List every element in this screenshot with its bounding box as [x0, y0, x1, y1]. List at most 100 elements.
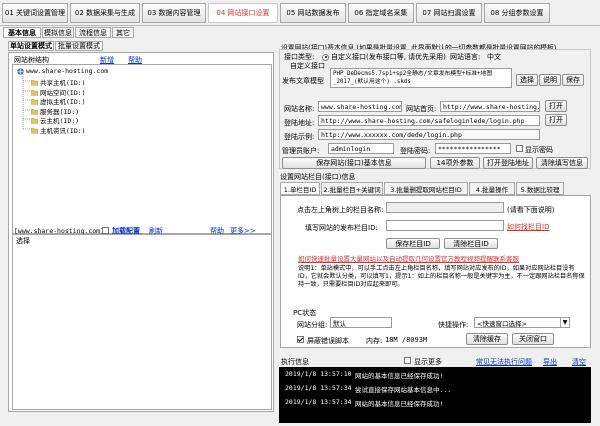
tree-node[interactable]: 云主机(ID:) — [30, 115, 79, 125]
clear-column-button[interactable]: 清除栏目ID — [444, 238, 498, 249]
log-row: 2019/1/8 13:57:34 网站的基本信息已经保存成功! — [285, 398, 585, 412]
folder-icon — [30, 117, 39, 124]
select-button[interactable]: 选择 — [16, 236, 30, 246]
clear-cache-button[interactable]: 清除缓存 — [466, 333, 508, 345]
clear-log-link[interactable]: 清空 — [572, 357, 586, 367]
site-tree: www.share-hosting.com 共享主机(ID:) 网站空间(ID:… — [12, 64, 272, 234]
show-more-label: 显示更多 — [414, 358, 442, 366]
explain-button[interactable]: 说明 — [539, 74, 561, 86]
tab-data-collect[interactable]: 02 数据采集与生成 — [70, 3, 140, 23]
col-id-field[interactable] — [386, 220, 504, 231]
open-login-url-button[interactable]: 打开 — [545, 114, 567, 126]
folder-icon — [30, 98, 39, 105]
login-example-label: 登陆示例: — [284, 133, 315, 141]
log-time: 2019/1/8 13:57:34 — [285, 384, 352, 392]
memory-value: 18M /8093M — [385, 336, 428, 344]
tab-content-manage[interactable]: 03 数据内容管理 — [142, 3, 206, 23]
main-tab-bar: 01 关键词设置管理 02 数据采集与生成 03 数据内容管理 04 网站接口设… — [0, 0, 600, 26]
tab-scan-setting[interactable]: 07 网站扫漏设置 — [416, 3, 482, 23]
tab-batch-op[interactable]: 4.批量操作 — [469, 182, 515, 195]
quick-op-value: <快速窗口选择> — [477, 319, 527, 328]
tree-node[interactable]: 主机资讯(ID:) — [30, 125, 86, 135]
open-home-button[interactable]: 打开 — [545, 100, 567, 112]
tab-keyword-manage[interactable]: 01 关键词设置管理 — [2, 3, 68, 23]
log-time: 2019/1/8 13:57:34 — [285, 398, 352, 406]
select-model-button[interactable]: 选择 — [516, 74, 538, 86]
tab-other[interactable]: 其它 — [112, 27, 134, 38]
close-window-button[interactable]: 关闭窗口 — [512, 333, 554, 345]
folder-icon — [30, 79, 39, 86]
column-section-title: 设置网站栏目(接口)信息 — [280, 173, 356, 181]
col-id-label: 填写网站的发布栏目ID: — [305, 224, 378, 232]
site-group-field[interactable]: 默认 — [330, 317, 392, 328]
tab-batch-column[interactable]: 2.批量栏目+关键词 — [321, 182, 383, 195]
login-url-field[interactable]: http://www.share-hosting.com/safeloginle… — [318, 115, 540, 126]
log-msg: 网站的基本信息已经保存成功! — [355, 372, 444, 380]
show-pass-checkbox[interactable] — [516, 145, 523, 152]
memory-label: 内存: — [366, 337, 383, 345]
col-name-label: 点击左上角树上的栏目名称: — [297, 206, 384, 214]
params-button[interactable]: 14项外参数 — [430, 157, 480, 169]
tree-node-label: 虚拟主机(ID:) — [40, 98, 86, 106]
find-col-id-link[interactable]: 如何找栏目ID — [507, 222, 549, 232]
col-name-field — [386, 202, 504, 213]
site-home-field[interactable]: http://www.share-hosting.com — [440, 101, 540, 112]
site-home-label: 网站首页: — [406, 105, 437, 113]
show-more-checkbox[interactable] — [404, 357, 411, 364]
site-group-label: 网站分组: — [297, 321, 328, 329]
batch-setup-tutorial-link[interactable]: 如何快速批量设置大量网站以及自动提取几何设置官方教程视频提醒联系客服 — [298, 253, 519, 263]
save-model-button[interactable]: 保存 — [562, 74, 584, 86]
tab-single-site-mode[interactable]: 单站设置模式 — [8, 41, 54, 51]
login-pass-field[interactable]: **************** — [435, 143, 511, 154]
folder-icon — [30, 108, 39, 115]
log-row: 2019/1/8 13:57:10 网站的基本信息已经保存成功! — [285, 370, 585, 384]
tab-basic-info[interactable]: 基本信息 — [3, 27, 41, 38]
chevron-down-icon: ▼ — [560, 318, 569, 327]
screen-script-checkbox[interactable] — [297, 336, 304, 343]
admin-user-label: 管理员账户: — [282, 147, 320, 155]
export-link[interactable]: 导出 — [543, 357, 557, 367]
log-row: 2019/1/8 13:57:34 尝试直接保存网站基本信息中... — [285, 384, 585, 398]
show-pass-label: 显示密码 — [525, 146, 553, 154]
interface-type-radio-1[interactable] — [322, 53, 329, 61]
publish-model-label: 发布文章模型 — [282, 77, 324, 85]
common-issues-link[interactable]: 常见无法执行问题 — [476, 357, 532, 367]
interface-type-option-1: 自定义接口(发布接口等, 请优先采用) — [331, 53, 446, 61]
site-lang-value: 中文 — [487, 53, 501, 61]
open-login-button[interactable]: 打开登陆地址 — [483, 157, 533, 169]
tab-data-compare[interactable]: 5.数据比较理 — [516, 182, 564, 195]
tree-node-label: 主机资讯(ID:) — [40, 127, 86, 135]
site-name-label: 网站名称: — [284, 105, 315, 113]
tree-node[interactable]: 虚拟主机(ID:) — [30, 96, 86, 106]
admin-user-field[interactable]: adminlogin — [328, 143, 394, 154]
log-msg: 网站的基本信息已经保存成功! — [355, 400, 444, 408]
site-detail-list — [12, 234, 272, 410]
tab-extract-column[interactable]: 3.批量删提取网站栏目ID — [384, 182, 468, 195]
tab-sim-info[interactable]: 模拟信息 — [42, 27, 74, 38]
tab-single-column[interactable]: 1.单栏目ID — [280, 182, 320, 195]
publish-model-field[interactable]: PHP_DeDecms5.7sp1+sp2全静态/文章发布模型+标准+地图_20… — [330, 68, 512, 88]
tree-root-label: www.share-hosting.com — [26, 67, 109, 75]
tab-batch-mode[interactable]: 批量设置模式 — [55, 41, 103, 51]
login-pass-label: 登陆密码: — [400, 147, 431, 155]
load-config-checkbox[interactable] — [102, 227, 109, 234]
tree-node-label: 共享主机(ID:) — [40, 79, 86, 87]
log-time: 2019/1/8 13:57:10 — [285, 370, 352, 378]
clear-info-button[interactable]: 清除填写信息 — [536, 157, 588, 169]
tab-domain-collect[interactable]: 06 指定域名采集 — [348, 3, 414, 23]
save-basic-info-button[interactable]: 保存网站(接口)基本信息 — [282, 157, 426, 169]
tab-site-interface[interactable]: 04 网站接口设置 — [208, 3, 278, 23]
log-title: 执行信息 — [281, 358, 309, 366]
save-column-button[interactable]: 保存栏目ID — [386, 238, 440, 249]
tree-node[interactable]: 共享主机(ID:) — [30, 77, 86, 87]
interface-type-option-2: 自定义接口 — [290, 62, 325, 70]
login-url-label: 登陆地址: — [284, 119, 315, 127]
login-example-field: http://www.xxxxxx.com/dede/login.php — [318, 129, 540, 140]
tab-flow-info[interactable]: 流程信息 — [75, 27, 111, 38]
pc-status-label: PC状态 — [293, 309, 317, 317]
tab-site-publish[interactable]: 05 网站数据发布 — [280, 3, 346, 23]
quick-op-select[interactable]: <快速窗口选择> ▼ — [474, 317, 570, 328]
log-console: 2019/1/8 13:57:10 网站的基本信息已经保存成功! 2019/1/… — [279, 367, 591, 423]
tab-group-params[interactable]: 08 分组参数设置 — [484, 3, 550, 23]
site-name-field[interactable]: www.share-hosting.com — [318, 101, 402, 112]
